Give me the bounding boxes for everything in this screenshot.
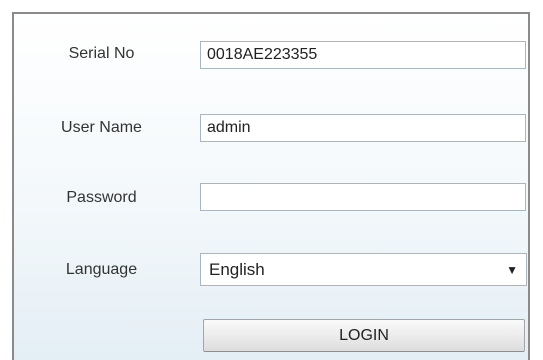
user-name-label: User Name xyxy=(61,119,142,136)
language-label: Language xyxy=(65,261,138,278)
triangle-down-icon: ▼ xyxy=(506,262,518,277)
password-label: Password xyxy=(66,189,137,206)
language-selected-value: English xyxy=(209,259,265,279)
login-button[interactable]: LOGIN xyxy=(203,319,525,352)
serial-no-input[interactable] xyxy=(200,41,526,69)
serial-no-label: Serial No xyxy=(68,45,135,62)
user-name-input[interactable] xyxy=(200,114,526,142)
login-panel: Serial No User Name Password Language En… xyxy=(12,12,530,360)
password-input[interactable] xyxy=(200,183,526,211)
language-select[interactable]: English ▼ xyxy=(200,253,527,286)
